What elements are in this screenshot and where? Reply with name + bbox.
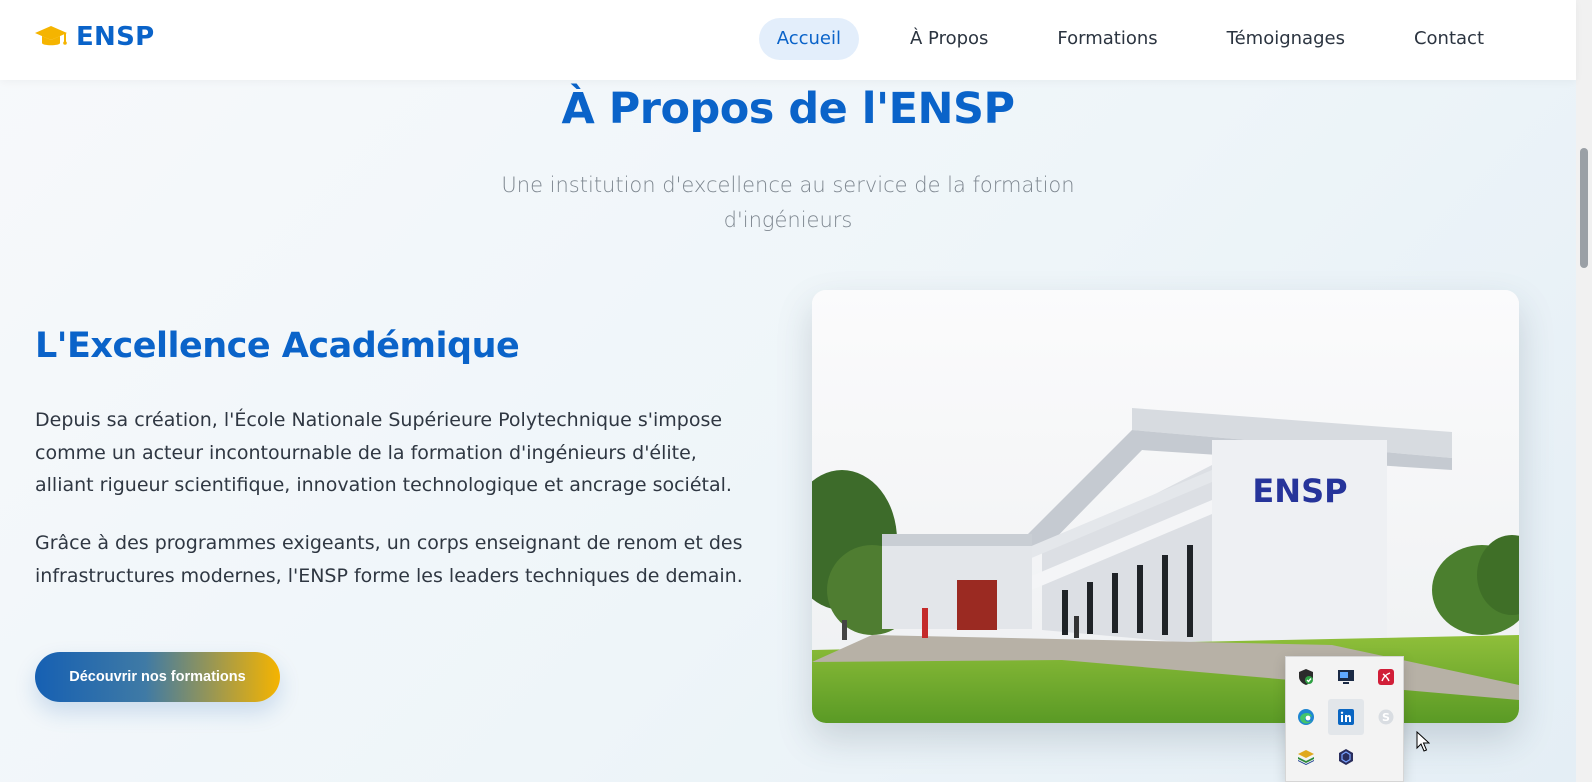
about-paragraph-2: Grâce à des programmes exigeants, un cor… [35, 532, 743, 587]
adobe-icon[interactable] [1368, 659, 1404, 695]
nav-accueil[interactable]: Accueil [758, 18, 859, 60]
edge-icon[interactable] [1288, 699, 1324, 735]
site-logo[interactable]: ENSP [34, 22, 155, 52]
page-scrollbar[interactable] [1576, 0, 1592, 782]
section-subtitle: Une institution d'excellence au service … [501, 173, 1075, 232]
hexagon-app-icon[interactable] [1328, 739, 1364, 775]
about-heading: L'Excellence Académique [35, 326, 520, 366]
section-title: À Propos de l'ENSP [561, 84, 1015, 134]
nav-a-propos[interactable]: À Propos [892, 18, 1006, 60]
graduation-cap-icon [34, 22, 68, 52]
mouse-cursor-icon [1416, 730, 1431, 758]
svg-text:S: S [1382, 711, 1390, 724]
nav-formations[interactable]: Formations [1039, 18, 1175, 60]
linkedin-icon[interactable] [1328, 699, 1364, 735]
nav-contact[interactable]: Contact [1396, 18, 1502, 60]
discover-formations-button[interactable]: Découvrir nos formations [35, 652, 280, 702]
remote-desktop-icon[interactable] [1328, 659, 1364, 695]
main-nav: Accueil À Propos Formations Témoignages … [726, 18, 1502, 60]
shield-check-icon[interactable] [1288, 659, 1324, 695]
photo-sign-text: ENSP [1252, 472, 1347, 510]
nav-temoignages[interactable]: Témoignages [1209, 18, 1363, 60]
site-header: ENSP Accueil À Propos Formations Témoign… [0, 0, 1576, 80]
campus-photo: ENSP [812, 290, 1519, 723]
scroll-thumb[interactable] [1580, 148, 1588, 268]
about-paragraph-1: Depuis sa création, l'École Nationale Su… [35, 409, 732, 496]
system-tray-popup: S [1285, 656, 1404, 782]
stack-app-icon[interactable] [1288, 739, 1324, 775]
skype-icon[interactable]: S [1368, 699, 1404, 735]
logo-text: ENSP [76, 22, 155, 52]
